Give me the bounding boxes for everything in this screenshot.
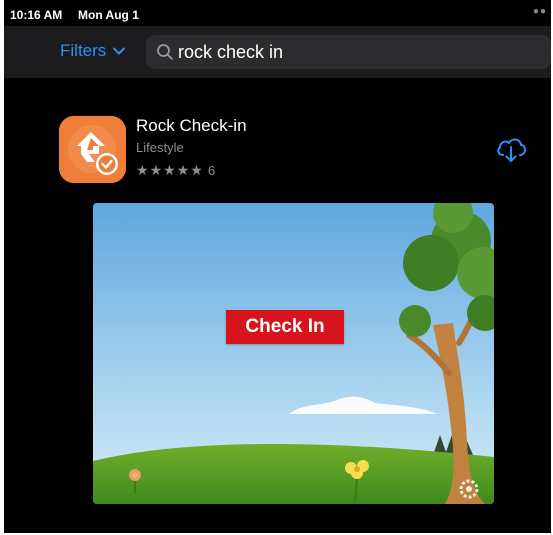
star-icon: ★ bbox=[163, 162, 176, 178]
status-time: 10:16 AM bbox=[10, 8, 63, 22]
app-icon[interactable] bbox=[59, 116, 126, 183]
multitasking-dots-icon[interactable]: ●● bbox=[533, 6, 547, 17]
rock-check-in-logo-icon bbox=[59, 116, 126, 183]
check-in-button[interactable]: Check In bbox=[226, 310, 344, 344]
app-name[interactable]: Rock Check-in bbox=[136, 116, 247, 136]
app-store-screen: 10:16 AM Mon Aug 1 ●● Filters rock check… bbox=[4, 0, 551, 533]
chevron-down-icon bbox=[113, 47, 126, 55]
cloud-download-icon bbox=[497, 138, 526, 162]
app-screenshot-preview[interactable]: Check In bbox=[93, 203, 494, 504]
star-icon: ★ bbox=[136, 162, 149, 178]
rating-count: 6 bbox=[207, 162, 216, 178]
search-header: Filters rock check in bbox=[4, 26, 551, 78]
search-icon bbox=[157, 44, 173, 60]
app-category: Lifestyle bbox=[136, 140, 184, 155]
landscape-illustration bbox=[93, 203, 494, 504]
status-date: Mon Aug 1 bbox=[78, 8, 139, 22]
download-button[interactable] bbox=[494, 134, 528, 164]
rating: ★ ★ ★ ★ ★ 6 bbox=[136, 162, 215, 178]
filters-label: Filters bbox=[60, 41, 107, 60]
filters-button[interactable]: Filters bbox=[60, 39, 126, 63]
star-icon: ★ bbox=[149, 162, 163, 178]
star-icon: ★ bbox=[176, 162, 190, 178]
search-field[interactable]: rock check in bbox=[146, 35, 551, 69]
search-input[interactable]: rock check in bbox=[178, 42, 283, 63]
star-icon: ★ bbox=[190, 162, 203, 178]
